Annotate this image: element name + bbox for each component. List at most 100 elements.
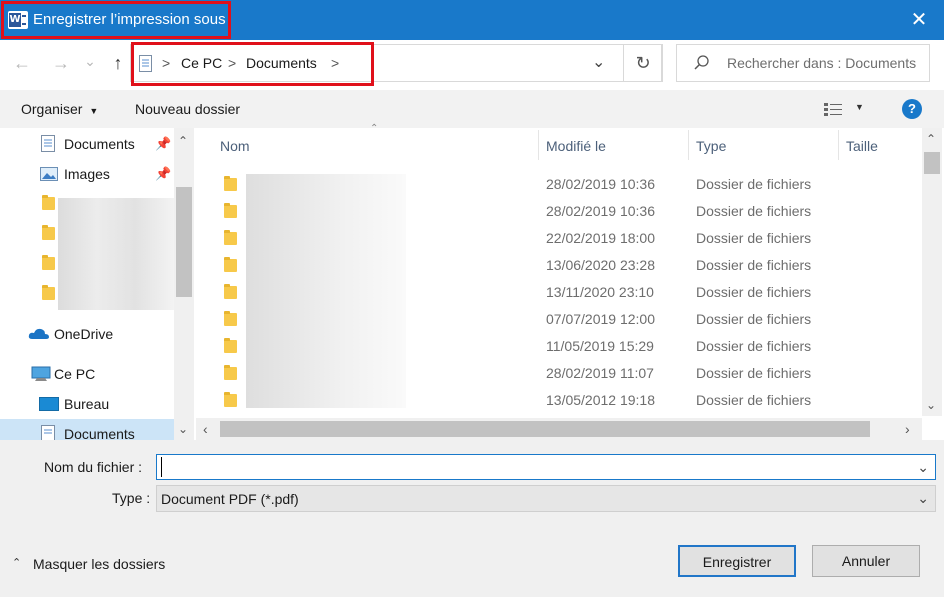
view-dropdown-icon[interactable]: ▼	[855, 102, 864, 112]
chevron-up-icon[interactable]: ⌃	[12, 556, 21, 569]
filename-label: Nom du fichier :	[44, 459, 143, 475]
type-label: Type :	[112, 490, 151, 506]
document-icon	[41, 135, 55, 152]
recent-locations-icon[interactable]: ⌄	[80, 50, 100, 72]
folder-icon	[224, 338, 237, 353]
folder-icon	[42, 225, 55, 240]
scroll-down-icon[interactable]: ⌄	[926, 398, 936, 412]
table-row[interactable]: 28/02/2019 10:36 Dossier de fichiers	[224, 176, 924, 192]
folder-icon	[224, 284, 237, 299]
refresh-button[interactable]: ↻	[623, 44, 663, 82]
row-type: Dossier de fichiers	[696, 176, 812, 192]
folder-icon	[224, 176, 237, 191]
scroll-up-icon[interactable]: ⌃	[178, 134, 188, 148]
table-row[interactable]: 28/02/2019 10:36 Dossier de fichiers	[224, 203, 924, 219]
filename-input[interactable]	[161, 457, 901, 477]
scroll-left-icon[interactable]: ‹	[203, 421, 208, 437]
horizontal-scroll-thumb[interactable]	[220, 421, 870, 437]
close-button[interactable]: ✕	[898, 5, 940, 35]
column-header-nom[interactable]: Nom	[220, 138, 250, 154]
table-row[interactable]: 11/05/2019 15:29 Dossier de fichiers	[224, 338, 924, 354]
folder-icon	[224, 257, 237, 272]
scroll-up-icon[interactable]: ⌃	[926, 132, 936, 146]
folder-icon	[224, 311, 237, 326]
row-type: Dossier de fichiers	[696, 284, 812, 300]
row-type: Dossier de fichiers	[696, 257, 812, 273]
back-icon[interactable]: ←	[10, 52, 34, 74]
sidebar-item-documents-selected[interactable]: Documents	[64, 426, 135, 440]
table-row[interactable]: 28/02/2019 11:07 Dossier de fichiers	[224, 365, 924, 381]
row-date: 13/05/2012 19:18	[546, 392, 655, 408]
row-type: Dossier de fichiers	[696, 311, 812, 327]
row-date: 07/07/2019 12:00	[546, 311, 655, 327]
sidebar-scroll-thumb[interactable]	[176, 187, 192, 297]
sidebar-item-images[interactable]: Images	[64, 166, 110, 182]
pin-icon: 📌	[155, 166, 172, 181]
filename-dropdown-icon[interactable]: ⌄	[917, 459, 929, 476]
folder-icon	[42, 285, 55, 300]
scroll-down-icon[interactable]: ⌄	[178, 422, 188, 436]
row-type: Dossier de fichiers	[696, 203, 812, 219]
search-icon	[694, 55, 709, 70]
table-row[interactable]: 13/05/2012 19:18 Dossier de fichiers	[224, 392, 924, 408]
desktop-icon	[39, 397, 59, 411]
filename-field[interactable]: ⌄	[156, 454, 936, 480]
organize-label: Organiser	[21, 101, 83, 117]
view-options-icon[interactable]	[824, 102, 844, 116]
row-type: Dossier de fichiers	[696, 338, 812, 354]
help-icon[interactable]: ?	[902, 99, 922, 119]
row-date: 11/05/2019 15:29	[546, 338, 654, 354]
folder-icon	[224, 230, 237, 245]
cancel-button[interactable]: Annuler	[812, 545, 920, 577]
folder-icon	[224, 203, 237, 218]
table-row[interactable]: 13/06/2020 23:28 Dossier de fichiers	[224, 257, 924, 273]
column-divider[interactable]	[688, 130, 689, 160]
row-date: 22/02/2019 18:00	[546, 230, 655, 246]
vertical-scroll-thumb[interactable]	[924, 152, 940, 174]
table-row[interactable]: 22/02/2019 18:00 Dossier de fichiers	[224, 230, 924, 246]
row-type: Dossier de fichiers	[696, 365, 812, 381]
row-date: 28/02/2019 11:07	[546, 365, 654, 381]
table-row[interactable]: 07/07/2019 12:00 Dossier de fichiers	[224, 311, 924, 327]
pin-icon: 📌	[155, 136, 172, 151]
sort-ascending-icon: ⌃	[370, 123, 379, 134]
onedrive-icon	[28, 328, 49, 339]
column-header-taille[interactable]: Taille	[846, 138, 878, 154]
row-type: Dossier de fichiers	[696, 392, 812, 408]
file-type-dropdown-icon[interactable]: ⌄	[917, 490, 929, 507]
address-highlight-box	[131, 42, 374, 86]
sidebar-item-bureau[interactable]: Bureau	[64, 396, 109, 412]
save-button[interactable]: Enregistrer	[678, 545, 796, 577]
hide-folders-button[interactable]: Masquer les dossiers	[33, 556, 165, 572]
row-date: 28/02/2019 10:36	[546, 176, 655, 192]
column-header-modifie[interactable]: Modifié le	[546, 138, 606, 154]
organize-button[interactable]: Organiser ▼	[21, 101, 98, 117]
folder-icon	[224, 392, 237, 407]
forward-icon[interactable]: →	[49, 52, 73, 74]
file-type-select[interactable]: Document PDF (*.pdf) ⌄	[156, 485, 936, 512]
blurred-folder-names	[58, 198, 174, 310]
pc-icon	[31, 366, 51, 381]
caret-down-icon: ▼	[89, 106, 99, 116]
column-header-type[interactable]: Type	[696, 138, 726, 154]
row-type: Dossier de fichiers	[696, 230, 812, 246]
table-row[interactable]: 13/11/2020 23:10 Dossier de fichiers	[224, 284, 924, 300]
folder-icon	[42, 255, 55, 270]
row-date: 13/11/2020 23:10	[546, 284, 654, 300]
file-type-value: Document PDF (*.pdf)	[161, 491, 299, 507]
scroll-right-icon[interactable]: ›	[905, 421, 910, 437]
address-dropdown-icon[interactable]: ⌄	[592, 52, 605, 72]
folder-icon	[224, 365, 237, 380]
sidebar-item-ce-pc[interactable]: Ce PC	[54, 366, 95, 382]
folder-icon	[42, 195, 55, 210]
sidebar-item-onedrive[interactable]: OneDrive	[54, 326, 113, 342]
column-divider[interactable]	[538, 130, 539, 160]
up-icon[interactable]: ↑	[106, 52, 130, 74]
new-folder-button[interactable]: Nouveau dossier	[135, 101, 240, 117]
row-date: 28/02/2019 10:36	[546, 203, 655, 219]
image-icon	[40, 167, 58, 181]
title-highlight-box	[1, 1, 231, 39]
column-divider[interactable]	[838, 130, 839, 160]
search-placeholder: Rechercher dans : Documents	[727, 55, 917, 71]
sidebar-item-documents[interactable]: Documents	[64, 136, 135, 152]
